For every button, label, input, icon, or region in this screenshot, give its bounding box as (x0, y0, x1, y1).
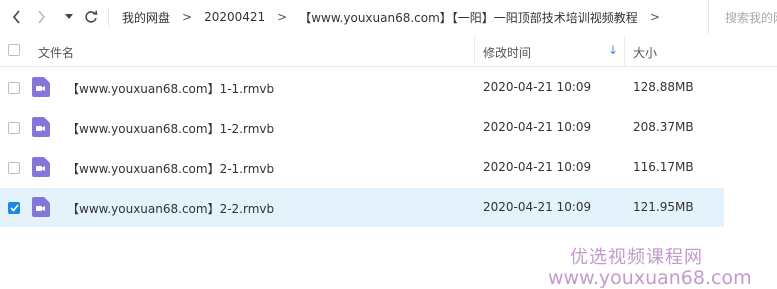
file-row[interactable]: 【www.youxuan68.com】1-1.rmvb 2020-04-21 1… (0, 68, 724, 107)
file-size: 208.37MB (633, 120, 694, 134)
toolbar: 我的网盘 > 20200421 > 【www.youxuan68.com】【一阳… (0, 0, 777, 34)
toolbar-divider (108, 7, 109, 27)
file-size: 128.88MB (633, 80, 694, 94)
breadcrumb-item-date-folder[interactable]: 20200421 (204, 10, 265, 24)
column-divider[interactable] (624, 36, 625, 66)
video-file-icon (32, 117, 50, 137)
sort-desc-icon[interactable]: ↓ (608, 43, 618, 57)
row-checkbox[interactable] (8, 162, 20, 174)
forward-button[interactable] (32, 8, 50, 26)
file-modified-time: 2020-04-21 10:09 (483, 120, 592, 134)
file-row[interactable]: 【www.youxuan68.com】2-1.rmvb 2020-04-21 1… (0, 148, 724, 187)
dropdown-icon (65, 14, 73, 19)
breadcrumb-separator: > (277, 10, 288, 24)
file-name[interactable]: 【www.youxuan68.com】2-2.rmvb (67, 200, 274, 217)
breadcrumb-separator: > (649, 10, 660, 24)
column-header-size[interactable]: 大小 (633, 44, 657, 61)
select-all-checkbox[interactable] (8, 44, 20, 56)
watermark-title: 优选视频课程网 (570, 247, 703, 268)
chevron-right-icon (38, 10, 46, 24)
refresh-button[interactable] (82, 8, 100, 26)
row-checkbox[interactable] (8, 82, 20, 94)
file-size: 121.95MB (633, 200, 694, 214)
file-row[interactable]: 【www.youxuan68.com】2-2.rmvb 2020-04-21 1… (0, 188, 724, 227)
video-file-icon (32, 77, 50, 97)
chevron-left-icon (12, 10, 20, 24)
row-checkbox[interactable] (8, 202, 20, 214)
breadcrumb: 我的网盘 > 20200421 > 【www.youxuan68.com】【一阳… (122, 0, 672, 34)
checkmark-icon (9, 204, 19, 212)
back-button[interactable] (8, 8, 26, 26)
breadcrumb-separator: > (182, 10, 193, 24)
video-file-icon (32, 157, 50, 177)
search-input[interactable]: 搜索我的网 (708, 0, 777, 34)
refresh-icon (85, 10, 98, 23)
watermark-url: www.youxuan68.com (548, 267, 752, 289)
file-name[interactable]: 【www.youxuan68.com】1-2.rmvb (67, 120, 274, 137)
file-modified-time: 2020-04-21 10:09 (483, 200, 592, 214)
file-name[interactable]: 【www.youxuan68.com】1-1.rmvb (67, 80, 274, 97)
column-divider[interactable] (474, 36, 475, 66)
file-name[interactable]: 【www.youxuan68.com】2-1.rmvb (67, 160, 274, 177)
file-row[interactable]: 【www.youxuan68.com】1-2.rmvb 2020-04-21 1… (0, 108, 724, 147)
row-checkbox[interactable] (8, 122, 20, 134)
breadcrumb-item-root[interactable]: 我的网盘 (122, 9, 170, 26)
file-size: 116.17MB (633, 160, 694, 174)
column-header-name[interactable]: 文件名 (38, 44, 74, 61)
file-list-header: 文件名 修改时间 ↓ 大小 (0, 36, 777, 67)
file-modified-time: 2020-04-21 10:09 (483, 80, 592, 94)
history-dropdown-button[interactable] (60, 8, 78, 26)
breadcrumb-item-current-folder[interactable]: 【www.youxuan68.com】【一阳】一阳顶部技术培训视频教程 (299, 9, 638, 26)
file-modified-time: 2020-04-21 10:09 (483, 160, 592, 174)
video-file-icon (32, 197, 50, 217)
column-header-modified[interactable]: 修改时间 (483, 44, 531, 61)
